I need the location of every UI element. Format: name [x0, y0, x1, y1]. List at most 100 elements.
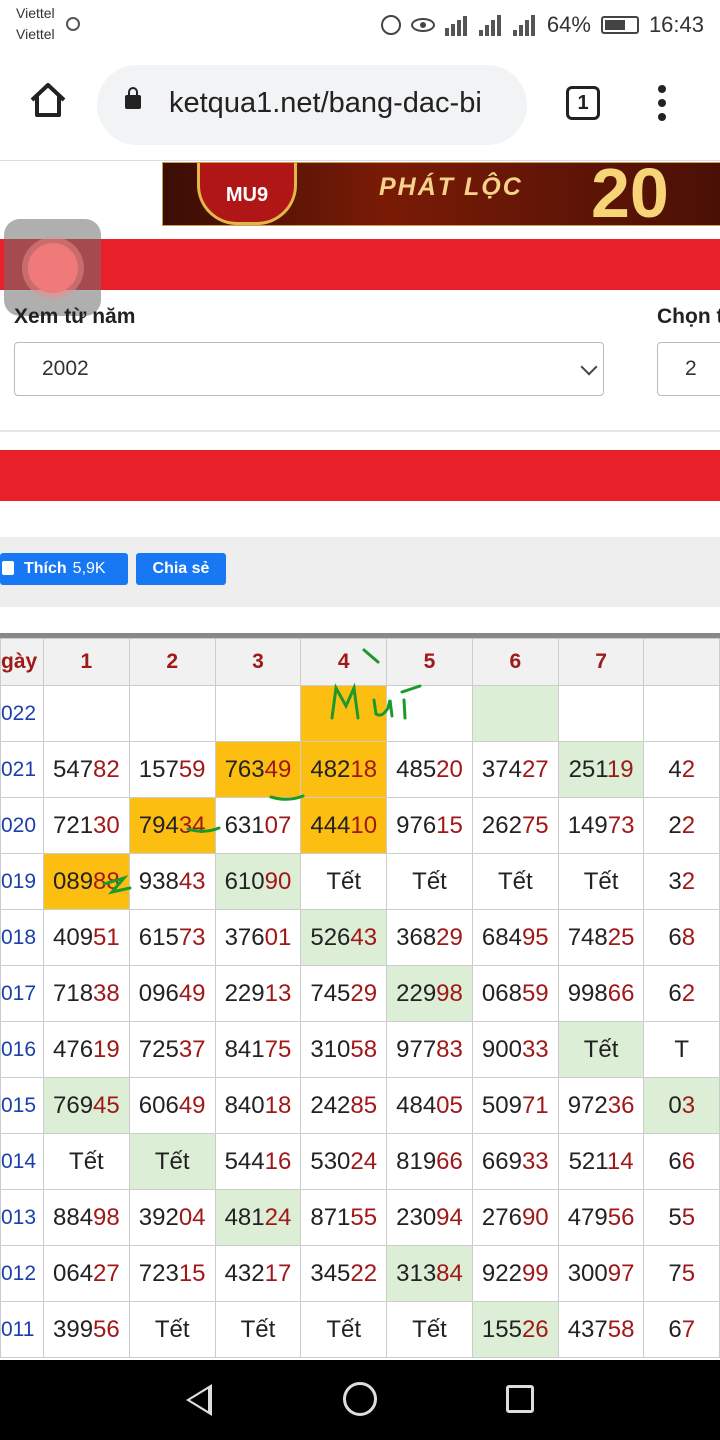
- result-cell: 88498: [42, 1189, 130, 1246]
- recent-apps-icon[interactable]: [506, 1385, 534, 1413]
- result-prefix: 769: [53, 1091, 94, 1119]
- result-cell: 30097: [557, 1245, 645, 1302]
- result-last-two: 34: [178, 811, 206, 839]
- result-last-two: 49: [178, 979, 206, 1007]
- result-last-two: 90: [521, 1203, 549, 1231]
- url-text[interactable]: ketqua1.net/bang-dac-bi: [169, 87, 514, 120]
- ad-banner[interactable]: MU9 PHÁT LỘC 20: [162, 162, 720, 226]
- result-prefix: 149: [567, 811, 608, 839]
- back-icon[interactable]: [186, 1384, 212, 1416]
- table-row: 012 06427 72315 43217 34522 31384 92299 30097 75: [0, 1245, 720, 1302]
- home-circle-icon[interactable]: [343, 1382, 377, 1416]
- result-cell: 37601: [214, 909, 302, 966]
- table-row: 013 88498 39204 48124 87155 23094 27690 47956 55: [0, 1189, 720, 1246]
- result-prefix: 251: [568, 755, 607, 783]
- tab-switcher-button[interactable]: 1: [566, 86, 600, 120]
- result-cell: 61573: [128, 909, 216, 966]
- result-cell: 66933: [471, 1133, 559, 1190]
- result-prefix: 610: [224, 867, 265, 895]
- result-prefix: Tết: [69, 1147, 104, 1175]
- home-icon[interactable]: [28, 80, 68, 120]
- result-prefix: 3: [668, 867, 682, 895]
- result-last-two: 29: [350, 979, 378, 1007]
- table-row: 017 71838 09649 22913 74529 22998 06859 99866 62: [0, 965, 720, 1022]
- result-last-two: 26: [521, 1315, 549, 1343]
- result-prefix: 437: [567, 1315, 608, 1343]
- choose-value: 2: [685, 357, 697, 380]
- facebook-like-button[interactable]: Thích 5,9K: [0, 553, 128, 585]
- result-cell: 62: [643, 965, 720, 1022]
- result-prefix: 300: [567, 1259, 608, 1287]
- result-last-two: 3: [681, 1091, 696, 1119]
- result-cell: Tết: [128, 1301, 216, 1358]
- result-cell: 72130: [42, 797, 130, 854]
- table-row: 019 08988 93843 61090 Tết Tết Tết Tết 32: [0, 853, 720, 910]
- result-prefix: Tết: [326, 1315, 362, 1343]
- from-year-label: Xem từ năm: [14, 305, 136, 328]
- result-cell: 79434: [128, 797, 216, 854]
- result-last-two: 6: [681, 1147, 696, 1175]
- result-cell: [128, 685, 216, 742]
- result-cell: 68: [643, 909, 720, 966]
- row-year: 011: [0, 1301, 44, 1358]
- result-prefix: 482: [310, 755, 351, 783]
- result-cell: 48124: [214, 1189, 302, 1246]
- header-day-7: 7: [557, 638, 645, 686]
- result-cell: 50971: [471, 1077, 559, 1134]
- result-last-two: 51: [93, 923, 120, 951]
- browser-toolbar: ketqua1.net/bang-dac-bi 1: [0, 50, 720, 161]
- address-bar[interactable]: ketqua1.net/bang-dac-bi: [97, 65, 527, 145]
- result-prefix: 157: [138, 755, 179, 783]
- result-last-two: 58: [350, 1035, 378, 1063]
- result-cell: [300, 685, 388, 742]
- result-prefix: 938: [138, 867, 179, 895]
- result-last-two: 15: [178, 1259, 206, 1287]
- result-prefix: 242: [310, 1091, 351, 1119]
- result-cell: 22913: [214, 965, 302, 1022]
- result-cell: 22: [643, 797, 720, 854]
- result-prefix: 229: [224, 979, 265, 1007]
- result-prefix: 5: [668, 1203, 682, 1231]
- row-year: 012: [0, 1245, 44, 1302]
- banner-number: 20: [591, 162, 669, 226]
- choose-select[interactable]: 2: [657, 342, 720, 396]
- result-last-two: 24: [350, 1147, 378, 1175]
- like-label: Thích: [24, 560, 67, 577]
- result-last-two: 71: [521, 1091, 549, 1119]
- result-cell: 42: [643, 741, 720, 798]
- result-prefix: 432: [224, 1259, 265, 1287]
- result-cell: 06859: [471, 965, 559, 1022]
- result-cell: 37427: [471, 741, 559, 798]
- result-last-two: 73: [607, 811, 635, 839]
- result-prefix: 547: [53, 755, 94, 783]
- header-day-2: 2: [128, 638, 216, 686]
- result-cell: 25119: [557, 741, 645, 798]
- result-cell: 48218: [300, 741, 388, 798]
- result-last-two: 90: [264, 867, 292, 895]
- result-cell: 22998: [386, 965, 473, 1022]
- result-cell: 61090: [214, 853, 302, 910]
- result-last-two: 45: [93, 1091, 120, 1119]
- facebook-share-button[interactable]: Chia sẻ: [136, 553, 226, 585]
- result-prefix: 276: [481, 1203, 522, 1231]
- red-section-bar: [0, 450, 720, 501]
- result-last-two: 04: [178, 1203, 206, 1231]
- from-year-select[interactable]: 2002: [14, 342, 604, 396]
- result-prefix: 345: [310, 1259, 351, 1287]
- result-last-two: 14: [606, 1147, 634, 1175]
- result-last-two: 2: [681, 979, 696, 1007]
- result-cell: 15759: [128, 741, 216, 798]
- result-prefix: 606: [138, 1091, 179, 1119]
- result-cell: 15526: [471, 1301, 559, 1358]
- result-cell: 31058: [300, 1021, 388, 1078]
- more-menu-icon[interactable]: [652, 82, 672, 122]
- result-last-two: 13: [264, 979, 292, 1007]
- table-row: 021 54782 15759 76349 48218 48520 37427 25119 42: [0, 741, 720, 798]
- result-prefix: 745: [310, 979, 351, 1007]
- result-cell: 27690: [471, 1189, 559, 1246]
- row-year: 021: [0, 741, 44, 798]
- result-cell: 52643: [300, 909, 388, 966]
- result-cell: 09649: [128, 965, 216, 1022]
- assistive-touch-bubble[interactable]: [4, 219, 101, 316]
- result-cell: 03: [643, 1077, 720, 1134]
